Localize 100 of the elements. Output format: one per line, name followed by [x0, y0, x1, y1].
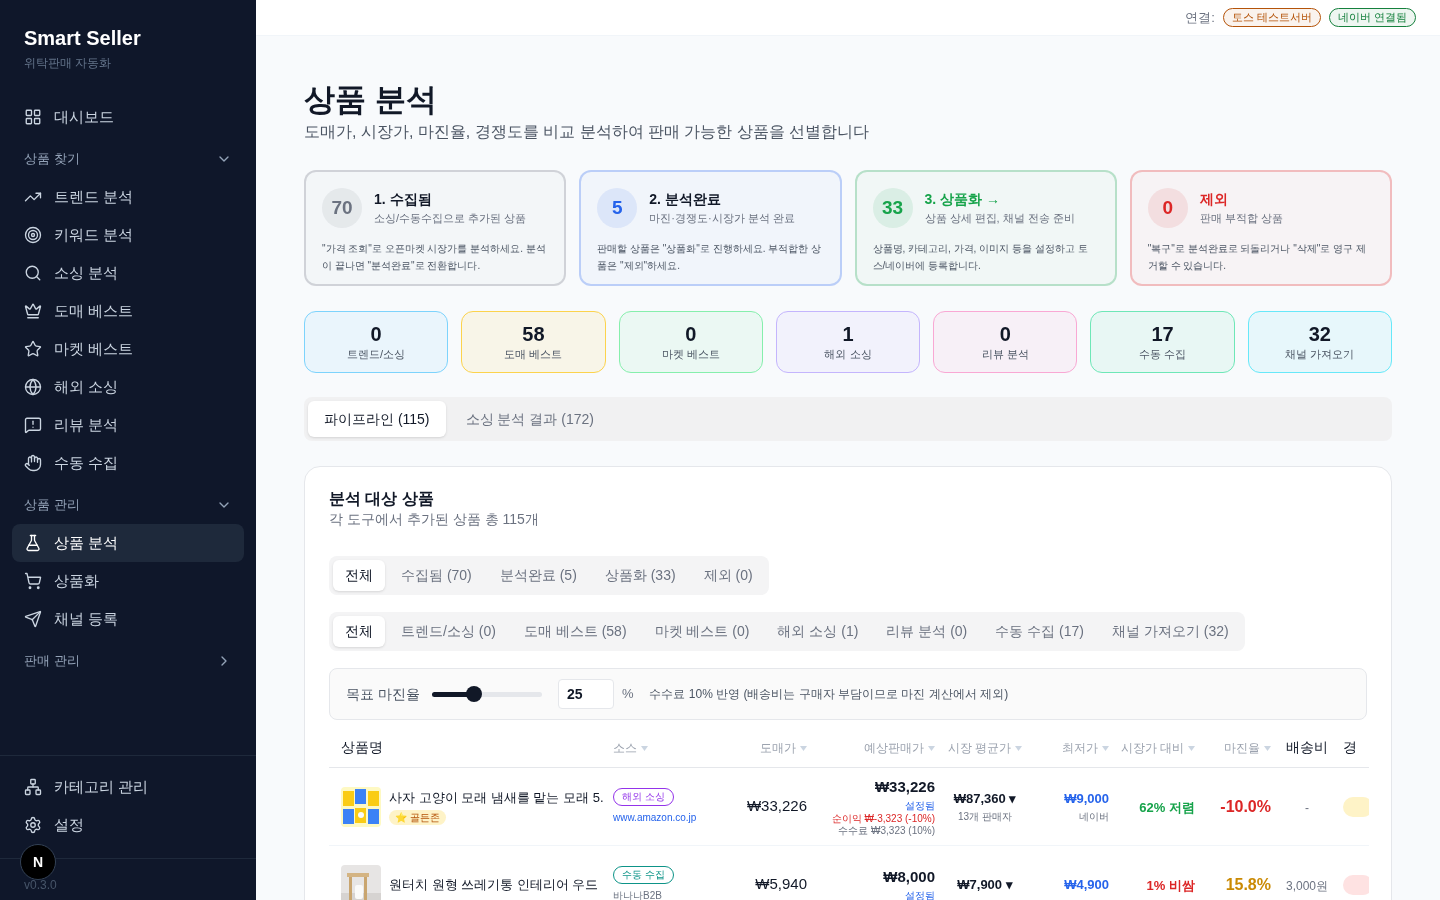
filter-tab[interactable]: 상품화 (33) — [592, 560, 688, 591]
margin-rate: -10.0% — [1220, 797, 1271, 815]
connection-label: 연결: — [1185, 8, 1215, 27]
stage-count: 33 — [872, 188, 913, 228]
stage-count: 0 — [1147, 188, 1188, 228]
column-header: 상품명 — [340, 738, 384, 757]
connection-badge: 토스 테스트서버 — [1222, 8, 1321, 27]
stage-title: 2. 분석완료 — [649, 190, 722, 210]
nav-item[interactable]: 상품화 — [12, 562, 244, 600]
crown-icon — [24, 302, 42, 320]
view-tab[interactable]: 파이프라인 (115) — [308, 401, 446, 437]
filter-tab[interactable]: 수집됨 (70) — [389, 560, 484, 591]
shipping-fee: 3,000원 — [1286, 878, 1328, 893]
flask-icon — [24, 534, 42, 552]
nav-item[interactable]: 해외 소싱 — [12, 368, 244, 406]
nav-group-header[interactable]: 판매 관리 — [12, 642, 244, 680]
filter-tab[interactable]: 트렌드/소싱 (0) — [389, 616, 508, 647]
filter-tab[interactable]: 분석완료 (5) — [487, 560, 589, 591]
filter-tab[interactable]: 제외 (0) — [691, 560, 765, 591]
brand-title: Smart Seller — [24, 26, 142, 50]
seller-count: 13개 판매자 — [958, 809, 1012, 824]
nav-group-header[interactable]: 상품 찾기 — [12, 140, 244, 178]
stage-description: 상품명, 카테고리, 가격, 이미지 등을 설정하고 토스/네이버에 등록합니다. — [872, 242, 1089, 273]
nav-item[interactable]: 채널 등록 — [12, 600, 244, 638]
message-alert-icon — [24, 416, 42, 434]
product-row[interactable]: 사자 고양이 모래 냄새를 맡는 모래 5. ⭐ 골든존 해외 소싱 www.amazon.co.jp ₩33,226 ₩33,226 설정됨 순이익 ₩-3,323 (-10%) 수수료 ₩3,323 (10%) ₩87,360 ▾ 13개 판매자 ₩9,000 네이버 62% 저렴 -10.0% - — [329, 768, 1369, 846]
nav-group-header[interactable]: 상품 관리 — [12, 486, 244, 524]
filter-tab[interactable]: 수동 수집 (17) — [983, 616, 1096, 647]
settings-icon — [24, 816, 42, 834]
nav-item[interactable]: 마켓 베스트 — [12, 330, 244, 368]
lowest-price: ₩4,900 — [1064, 875, 1109, 894]
panel-subtitle: 각 도구에서 추가된 상품 총 115개 — [329, 510, 540, 529]
nav-item[interactable]: 수동 수집 — [12, 444, 244, 482]
source-name: 바나나B2B — [613, 889, 662, 900]
nav-item[interactable]: 카테고리 관리 — [12, 768, 244, 806]
source-count: 0 — [685, 321, 697, 346]
nav-item[interactable]: 리뷰 분석 — [12, 406, 244, 444]
profit-text: 순이익 ₩-3,323 (-10%) — [831, 813, 935, 826]
filter-tab[interactable]: 채널 가져오기 (32) — [1099, 616, 1241, 647]
grid-icon — [24, 108, 42, 126]
source-label: 트렌드/소싱 — [347, 346, 406, 362]
nav-item[interactable]: 도매 베스트 — [12, 292, 244, 330]
margin-note: 수수료 10% 반영 (배송비는 구매자 부담이므로 마진 계산에서 제외) — [649, 686, 1009, 703]
margin-slider-thumb[interactable] — [465, 686, 482, 702]
product-name: 사자 고양이 모래 냄새를 맡는 모래 5. — [389, 789, 604, 808]
nav-item[interactable]: 설정 — [12, 806, 244, 844]
column-header: 배송비 — [1285, 738, 1329, 757]
panel-title: 분석 대상 상품 — [329, 489, 435, 509]
filter-tab[interactable]: 마켓 베스트 (0) — [642, 616, 762, 647]
stage-count: 5 — [597, 188, 638, 228]
sale-price: ₩33,226 — [874, 776, 935, 797]
nav-item[interactable]: 소싱 분석 — [12, 254, 244, 292]
globe-icon — [24, 378, 42, 396]
brand-tagline: 위탁판매 자동화 — [24, 55, 113, 72]
nav-item[interactable]: 키워드 분석 — [12, 216, 244, 254]
percent-unit: % — [621, 685, 634, 704]
stage-subtitle: 상품 상세 편집, 채널 전송 준비 — [924, 211, 1075, 227]
filter-tab[interactable]: 도매 베스트 (58) — [511, 616, 639, 647]
source-count: 17 — [1151, 321, 1174, 346]
product-name: 원터치 원형 쓰레기통 인테리어 우드 — [389, 875, 599, 894]
page-title: 상품 분석 — [304, 82, 438, 118]
nav-item[interactable]: 상품 분석 — [12, 524, 244, 562]
price-status: 설정됨 — [905, 799, 935, 814]
product-row[interactable]: 원터치 원형 쓰레기통 인테리어 우드 수동 수집 바나나B2B ₩5,940 ₩8,000 설정됨 ₩7,900 ▾ ₩4,900 1% 비쌈 15.8% 3,000원 — [329, 846, 1369, 900]
source-link[interactable]: www.amazon.co.jp — [613, 810, 697, 825]
stage-description: 판매할 상품은 "상품화"로 진행하세요. 부적합한 상품은 "제외"하세요. — [597, 242, 823, 273]
sale-price: ₩8,000 — [883, 866, 935, 887]
nav-item[interactable]: 트렌드 분석 — [12, 178, 244, 216]
market-comparison: 62% 저렴 — [1139, 799, 1195, 815]
market-average: ₩87,360 ▾ — [953, 790, 1017, 809]
stage-description: "가격 조회"로 오픈마켓 시장가를 분석하세요. 분석이 끝나면 "분석완료"로 전환합니다. — [322, 242, 547, 273]
margin-rate: 15.8% — [1225, 875, 1271, 893]
source-count: 0 — [370, 321, 382, 346]
market-comparison: 1% 비쌈 — [1146, 877, 1195, 893]
lowest-channel: 네이버 — [1079, 809, 1109, 824]
dev-tools-button[interactable]: N — [20, 844, 56, 880]
view-tab[interactable]: 소싱 분석 결과 (172) — [449, 401, 610, 437]
filter-tab[interactable]: 해외 소싱 (1) — [765, 616, 871, 647]
market-average: ₩7,900 ▾ — [957, 875, 1013, 894]
filter-tab[interactable]: 리뷰 분석 (0) — [874, 616, 980, 647]
stage-subtitle: 마진·경쟁도·시장가 분석 완료 — [649, 211, 795, 227]
wholesale-price: ₩5,940 — [754, 874, 808, 895]
wholesale-price: ₩33,226 — [745, 796, 808, 817]
margin-input[interactable]: 25 — [557, 679, 614, 709]
star-icon — [24, 340, 42, 358]
fee-text: 수수료 ₩3,323 (10%) — [838, 825, 935, 838]
source-count: 0 — [999, 321, 1011, 346]
cart-icon — [24, 572, 42, 590]
stage-subtitle: 소싱/수동수집으로 추가된 상품 — [374, 211, 527, 227]
stage-description: "복구"로 분석완료로 되돌리거나 "삭제"로 영구 제거할 수 있습니다. — [1147, 242, 1367, 273]
filter-tab[interactable]: 전체 — [333, 616, 385, 647]
stage-subtitle: 판매 부적합 상품 — [1199, 211, 1283, 227]
stage-title: 제외 — [1199, 190, 1229, 210]
filter-tab[interactable]: 전체 — [333, 560, 385, 591]
source-label: 채널 가져오기 — [1285, 346, 1355, 362]
margin-label: 목표 마진율 — [346, 684, 420, 704]
hierarchy-icon — [24, 778, 42, 796]
send-icon — [24, 610, 42, 628]
nav-item[interactable]: 대시보드 — [12, 98, 244, 136]
lowest-price: ₩9,000 — [1064, 790, 1109, 809]
